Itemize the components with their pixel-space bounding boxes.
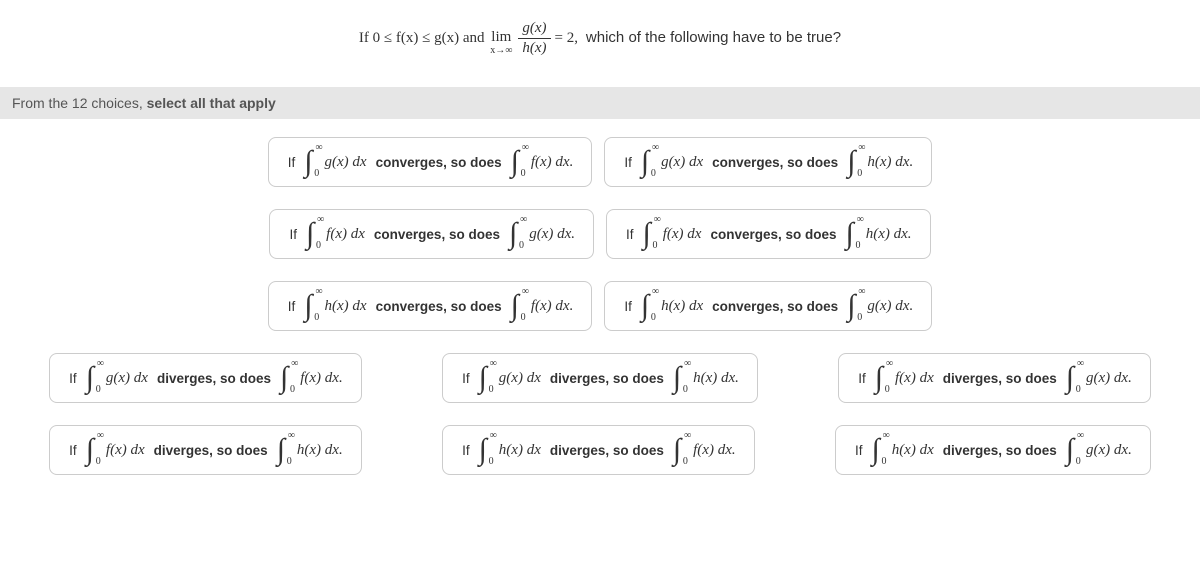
- integral-g: ∫∞0 g(x) dx: [641, 150, 703, 174]
- choice-g-div-f[interactable]: If ∫∞0 g(x) dx diverges, so does ∫∞0 f(x…: [49, 353, 362, 403]
- integral-h: ∫∞0 h(x) dx: [304, 294, 366, 318]
- choice-f-div-h[interactable]: If ∫∞0 f(x) dx diverges, so does ∫∞0 h(x…: [49, 425, 362, 475]
- integral-h: ∫∞0 h(x) dx: [479, 438, 541, 462]
- choice-f-div-g[interactable]: If ∫∞0 f(x) dx diverges, so does ∫∞0 g(x…: [838, 353, 1151, 403]
- integral-f: ∫∞0 f(x) dx: [306, 222, 365, 246]
- integral-h: ∫∞0 h(x) dx: [641, 294, 703, 318]
- integral-h: ∫∞0 h(x) dx.: [673, 366, 739, 390]
- integral-f: ∫∞0 f(x) dx.: [280, 366, 343, 390]
- integral-f: ∫∞0 f(x) dx: [86, 438, 145, 462]
- fraction: g(x) h(x): [518, 20, 550, 57]
- integral-g: ∫∞0 g(x) dx.: [509, 222, 575, 246]
- integral-g: ∫∞0 g(x) dx.: [847, 294, 913, 318]
- integral-g: ∫∞0 g(x) dx: [86, 366, 148, 390]
- instruction-bold: select all that apply: [147, 95, 276, 111]
- integral-f: ∫∞0 f(x) dx.: [511, 150, 574, 174]
- row-3: If ∫∞0 h(x) dx converges, so does ∫∞0 f(…: [8, 281, 1192, 331]
- choice-h-conv-g[interactable]: If ∫∞0 h(x) dx converges, so does ∫∞0 g(…: [604, 281, 932, 331]
- choice-h-div-f[interactable]: If ∫∞0 h(x) dx diverges, so does ∫∞0 f(x…: [442, 425, 755, 475]
- row-2: If ∫∞0 f(x) dx converges, so does ∫∞0 g(…: [8, 209, 1192, 259]
- question-prefix: If 0 ≤ f(x) ≤ g(x) and: [359, 30, 485, 47]
- choice-f-conv-h[interactable]: If ∫∞0 f(x) dx converges, so does ∫∞0 h(…: [606, 209, 931, 259]
- integral-h: ∫∞0 h(x) dx.: [847, 150, 913, 174]
- choice-f-conv-g[interactable]: If ∫∞0 f(x) dx converges, so does ∫∞0 g(…: [269, 209, 594, 259]
- instruction-bar: From the 12 choices, select all that app…: [0, 87, 1200, 119]
- integral-g: ∫∞0 g(x) dx.: [1066, 438, 1132, 462]
- question-suffix: which of the following have to be true?: [586, 29, 841, 46]
- integral-g: ∫∞0 g(x) dx: [304, 150, 366, 174]
- choice-h-div-g[interactable]: If ∫∞0 h(x) dx diverges, so does ∫∞0 g(x…: [835, 425, 1151, 475]
- question-text: If 0 ≤ f(x) ≤ g(x) and lim x→∞ g(x) h(x)…: [0, 0, 1200, 87]
- choice-g-conv-f[interactable]: If ∫∞0 g(x) dx converges, so does ∫∞0 f(…: [268, 137, 593, 187]
- row-5: If ∫∞0 f(x) dx diverges, so does ∫∞0 h(x…: [8, 425, 1192, 475]
- integral-h: ∫∞0 h(x) dx: [871, 438, 933, 462]
- integral-g: ∫∞0 g(x) dx: [479, 366, 541, 390]
- row-1: If ∫∞0 g(x) dx converges, so does ∫∞0 f(…: [8, 137, 1192, 187]
- choices-area: If ∫∞0 g(x) dx converges, so does ∫∞0 f(…: [0, 119, 1200, 515]
- integral-f: ∫∞0 f(x) dx: [875, 366, 934, 390]
- integral-g: ∫∞0 g(x) dx.: [1066, 366, 1132, 390]
- instruction-prefix: From the 12 choices,: [12, 95, 143, 111]
- row-4: If ∫∞0 g(x) dx diverges, so does ∫∞0 f(x…: [8, 353, 1192, 403]
- lim-expr: lim x→∞: [490, 30, 512, 56]
- choice-h-conv-f[interactable]: If ∫∞0 h(x) dx converges, so does ∫∞0 f(…: [268, 281, 593, 331]
- integral-h: ∫∞0 h(x) dx.: [277, 438, 343, 462]
- choice-g-conv-h[interactable]: If ∫∞0 g(x) dx converges, so does ∫∞0 h(…: [604, 137, 932, 187]
- equals: = 2,: [555, 30, 578, 47]
- integral-h: ∫∞0 h(x) dx.: [846, 222, 912, 246]
- choice-g-div-h[interactable]: If ∫∞0 g(x) dx diverges, so does ∫∞0 h(x…: [442, 353, 758, 403]
- integral-f: ∫∞0 f(x) dx.: [511, 294, 574, 318]
- integral-f: ∫∞0 f(x) dx: [643, 222, 702, 246]
- integral-f: ∫∞0 f(x) dx.: [673, 438, 736, 462]
